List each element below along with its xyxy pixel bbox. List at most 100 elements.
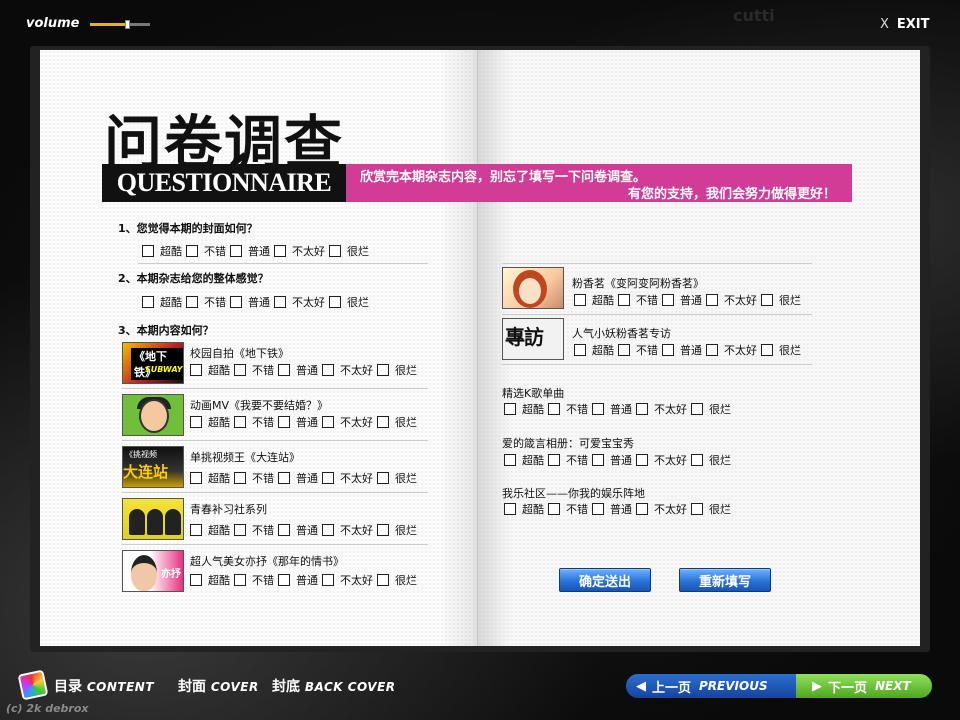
rating-checkbox[interactable] bbox=[691, 503, 703, 515]
rating-checkbox[interactable] bbox=[662, 344, 674, 356]
rating-option[interactable]: 不错 bbox=[186, 243, 226, 259]
rating-checkbox[interactable] bbox=[504, 403, 516, 415]
rating-option[interactable]: 不错 bbox=[548, 501, 588, 517]
rating-checkbox[interactable] bbox=[636, 454, 648, 466]
exit-button[interactable]: X EXIT bbox=[880, 17, 930, 32]
rating-checkbox[interactable] bbox=[142, 245, 154, 257]
rating-option[interactable]: 不错 bbox=[234, 470, 274, 486]
rating-option[interactable]: 普通 bbox=[662, 342, 702, 358]
rating-option[interactable]: 不错 bbox=[234, 414, 274, 430]
rating-option[interactable]: 超酷 bbox=[190, 572, 230, 588]
rating-checkbox[interactable] bbox=[574, 344, 586, 356]
rating-option[interactable]: 不错 bbox=[186, 294, 226, 310]
rating-option[interactable]: 不太好 bbox=[322, 362, 373, 378]
rating-checkbox[interactable] bbox=[322, 574, 334, 586]
rating-option[interactable]: 不太好 bbox=[322, 522, 373, 538]
rating-checkbox[interactable] bbox=[761, 294, 773, 306]
rating-option[interactable]: 普通 bbox=[592, 401, 632, 417]
rating-checkbox[interactable] bbox=[548, 503, 560, 515]
rating-option[interactable]: 很烂 bbox=[691, 452, 731, 468]
rating-checkbox[interactable] bbox=[691, 403, 703, 415]
rating-checkbox[interactable] bbox=[278, 574, 290, 586]
rating-checkbox[interactable] bbox=[230, 245, 242, 257]
rating-option[interactable]: 不错 bbox=[618, 292, 658, 308]
rating-checkbox[interactable] bbox=[377, 416, 389, 428]
rating-option[interactable]: 不错 bbox=[548, 401, 588, 417]
rating-checkbox[interactable] bbox=[234, 472, 246, 484]
rating-option[interactable]: 很烂 bbox=[691, 501, 731, 517]
rating-option[interactable]: 很烂 bbox=[377, 572, 417, 588]
rating-option[interactable]: 超酷 bbox=[190, 522, 230, 538]
rating-option[interactable]: 不太好 bbox=[706, 292, 757, 308]
rating-checkbox[interactable] bbox=[190, 364, 202, 376]
rating-option[interactable]: 很烂 bbox=[691, 401, 731, 417]
rating-checkbox[interactable] bbox=[274, 245, 286, 257]
rating-checkbox[interactable] bbox=[377, 574, 389, 586]
rating-option[interactable]: 超酷 bbox=[574, 292, 614, 308]
rating-option[interactable]: 普通 bbox=[278, 414, 318, 430]
rating-checkbox[interactable] bbox=[329, 296, 341, 308]
rating-option[interactable]: 不太好 bbox=[322, 414, 373, 430]
rating-checkbox[interactable] bbox=[190, 472, 202, 484]
rating-checkbox[interactable] bbox=[190, 574, 202, 586]
rating-checkbox[interactable] bbox=[706, 344, 718, 356]
rating-option[interactable]: 不错 bbox=[234, 362, 274, 378]
rating-option[interactable]: 很烂 bbox=[377, 414, 417, 430]
rating-checkbox[interactable] bbox=[548, 403, 560, 415]
rating-option[interactable]: 不错 bbox=[618, 342, 658, 358]
rating-option[interactable]: 很烂 bbox=[761, 342, 801, 358]
rating-checkbox[interactable] bbox=[322, 472, 334, 484]
submit-button[interactable]: 确定送出 bbox=[559, 568, 651, 592]
rating-option[interactable]: 很烂 bbox=[329, 294, 369, 310]
rating-option[interactable]: 普通 bbox=[278, 470, 318, 486]
rating-checkbox[interactable] bbox=[377, 364, 389, 376]
rating-checkbox[interactable] bbox=[322, 524, 334, 536]
rating-option[interactable]: 不错 bbox=[548, 452, 588, 468]
rating-option[interactable]: 普通 bbox=[230, 243, 270, 259]
rating-option[interactable]: 超酷 bbox=[190, 362, 230, 378]
rating-checkbox[interactable] bbox=[691, 454, 703, 466]
cover-link[interactable]: 封面 COVER bbox=[178, 676, 259, 696]
rating-option[interactable]: 普通 bbox=[230, 294, 270, 310]
rating-option[interactable]: 普通 bbox=[278, 522, 318, 538]
rating-checkbox[interactable] bbox=[234, 524, 246, 536]
rating-option[interactable]: 超酷 bbox=[504, 452, 544, 468]
rating-option[interactable]: 不太好 bbox=[322, 572, 373, 588]
rating-checkbox[interactable] bbox=[142, 296, 154, 308]
rating-option[interactable]: 不太好 bbox=[274, 243, 325, 259]
rating-option[interactable]: 不太好 bbox=[636, 501, 687, 517]
rating-option[interactable]: 不太好 bbox=[706, 342, 757, 358]
rating-option[interactable]: 超酷 bbox=[142, 243, 182, 259]
rating-option[interactable]: 不错 bbox=[234, 522, 274, 538]
rating-option[interactable]: 普通 bbox=[662, 292, 702, 308]
next-page-button[interactable]: ▶ 下一页 NEXT bbox=[796, 674, 932, 698]
rating-checkbox[interactable] bbox=[618, 344, 630, 356]
rating-option[interactable]: 超酷 bbox=[190, 414, 230, 430]
rating-option[interactable]: 超酷 bbox=[190, 470, 230, 486]
rating-checkbox[interactable] bbox=[706, 294, 718, 306]
rating-checkbox[interactable] bbox=[618, 294, 630, 306]
rating-option[interactable]: 不太好 bbox=[636, 401, 687, 417]
previous-page-button[interactable]: ◀ 上一页 PREVIOUS bbox=[626, 674, 796, 698]
rating-checkbox[interactable] bbox=[377, 524, 389, 536]
rating-checkbox[interactable] bbox=[274, 296, 286, 308]
rating-checkbox[interactable] bbox=[662, 294, 674, 306]
rating-checkbox[interactable] bbox=[322, 416, 334, 428]
rating-checkbox[interactable] bbox=[636, 503, 648, 515]
rating-checkbox[interactable] bbox=[186, 296, 198, 308]
reset-button[interactable]: 重新填写 bbox=[679, 568, 771, 592]
rating-checkbox[interactable] bbox=[322, 364, 334, 376]
rating-option[interactable]: 很烂 bbox=[377, 470, 417, 486]
rating-option[interactable]: 超酷 bbox=[504, 401, 544, 417]
rating-option[interactable]: 很烂 bbox=[761, 292, 801, 308]
rating-option[interactable]: 不太好 bbox=[322, 470, 373, 486]
rating-checkbox[interactable] bbox=[234, 574, 246, 586]
volume-slider[interactable] bbox=[90, 20, 150, 29]
rating-checkbox[interactable] bbox=[278, 364, 290, 376]
rating-checkbox[interactable] bbox=[504, 503, 516, 515]
rating-checkbox[interactable] bbox=[234, 364, 246, 376]
rating-checkbox[interactable] bbox=[592, 503, 604, 515]
rating-option[interactable]: 很烂 bbox=[377, 362, 417, 378]
rating-checkbox[interactable] bbox=[329, 245, 341, 257]
rating-option[interactable]: 不太好 bbox=[636, 452, 687, 468]
